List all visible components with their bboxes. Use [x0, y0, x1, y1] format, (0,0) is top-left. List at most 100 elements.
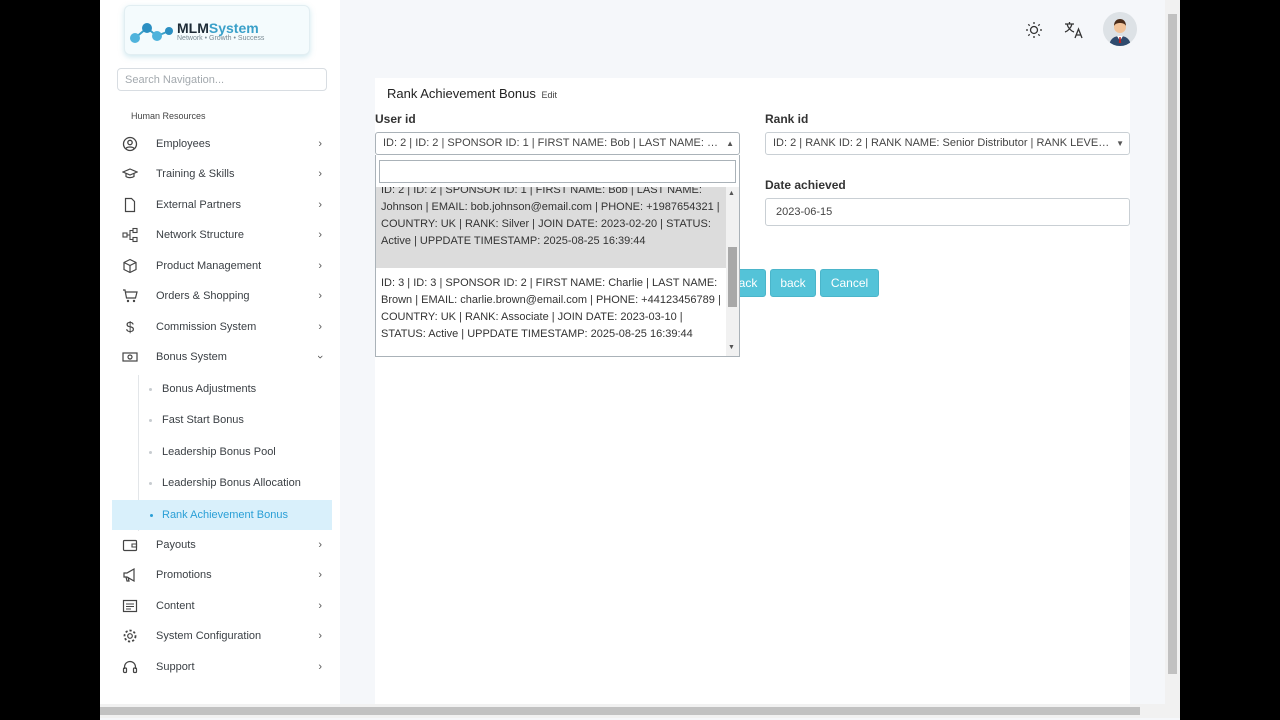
dollar-icon: $ — [125, 318, 135, 336]
sidebar-subitem-rank-achievement-bonus[interactable]: Rank Achievement Bonus — [112, 500, 332, 530]
chevron-right-icon: › — [318, 229, 322, 241]
network-icon — [112, 227, 148, 243]
app-window: MLMSystem Network • Growth • Success Hum… — [100, 0, 1180, 720]
dropdown-search-input[interactable] — [379, 160, 736, 183]
chevron-right-icon: › — [318, 290, 322, 302]
rank-id-label: Rank id — [765, 112, 809, 126]
sidebar-subitem-label: Leadership Bonus Allocation — [162, 477, 301, 489]
chevron-right-icon: › — [318, 168, 322, 180]
sidebar-item-support[interactable]: Support › — [112, 652, 332, 682]
section-title-human-resources: Human Resources — [131, 111, 206, 121]
user-id-select[interactable]: ID: 2 | ID: 2 | SPONSOR ID: 1 | FIRST NA… — [375, 132, 740, 155]
dropdown-scroll-thumb[interactable] — [728, 247, 737, 307]
chevron-down-icon: › — [314, 355, 327, 359]
cart-icon — [112, 288, 148, 304]
chevron-right-icon: › — [318, 321, 322, 333]
sidebar-item-label: Commission System — [156, 321, 257, 333]
cash-icon — [112, 349, 148, 365]
sidebar-item-bonus-system[interactable]: Bonus System › — [112, 342, 332, 372]
rank-id-select[interactable]: ID: 2 | RANK ID: 2 | RANK NAME: Senior D… — [765, 132, 1130, 155]
box-icon — [112, 258, 148, 274]
sidebar-subitem-label: Fast Start Bonus — [162, 414, 244, 426]
sidebar-item-system-configuration[interactable]: System Configuration › — [112, 621, 332, 651]
bullet-icon — [150, 513, 153, 517]
sidebar-item-label: Promotions — [156, 569, 212, 581]
sidebar-item-product-management[interactable]: Product Management › — [112, 251, 332, 281]
brand-name: MLMSystem — [177, 20, 259, 36]
wallet-icon — [112, 537, 148, 553]
rank-id-selected-value: ID: 2 | RANK ID: 2 | RANK NAME: Senior D… — [773, 137, 1117, 149]
cancel-button[interactable]: Cancel — [820, 269, 879, 297]
brand-tagline: Network • Growth • Success — [177, 35, 265, 42]
dropdown-scrollbar[interactable]: ▲ ▼ — [726, 187, 739, 356]
sidebar-item-network-structure[interactable]: Network Structure › — [112, 220, 332, 250]
sidebar: MLMSystem Network • Growth • Success Hum… — [100, 0, 340, 704]
sidebar-item-label: System Configuration — [156, 630, 262, 642]
bullet-icon — [149, 450, 152, 454]
sidebar-item-label: Bonus System — [156, 351, 227, 363]
date-achieved-label: Date achieved — [765, 178, 846, 192]
chevron-right-icon: › — [318, 569, 322, 581]
user-id-selected-value: ID: 2 | ID: 2 | SPONSOR ID: 1 | FIRST NA… — [383, 137, 740, 149]
file-icon — [112, 197, 148, 213]
chevron-right-icon: › — [318, 199, 322, 211]
logo-network-icon — [130, 23, 173, 43]
sidebar-item-label: Orders & Shopping — [156, 290, 250, 302]
page-vertical-scrollbar[interactable] — [1165, 0, 1180, 704]
sidebar-item-training-skills[interactable]: Training & Skills › — [112, 159, 332, 189]
chevron-right-icon: › — [318, 260, 322, 272]
user-id-dropdown: ID: 2 | ID: 2 | SPONSOR ID: 1 | FIRST NA… — [375, 155, 740, 357]
date-achieved-input[interactable]: 2023-06-15 — [765, 198, 1130, 226]
page-horizontal-scrollbar[interactable] — [100, 704, 1180, 718]
search-navigation-input[interactable] — [117, 68, 327, 91]
sidebar-subitem-leadership-bonus-pool[interactable]: Leadership Bonus Pool — [138, 438, 332, 466]
sidebar-item-label: Product Management — [156, 260, 262, 272]
caret-down-icon: ▼ — [1116, 139, 1124, 148]
sidebar-item-promotions[interactable]: Promotions › — [112, 560, 332, 590]
page-title: Rank Achievement Bonus Edit — [387, 86, 558, 101]
sidebar-item-label: Network Structure — [156, 229, 245, 241]
sidebar-subitem-bonus-adjustments[interactable]: Bonus Adjustments — [138, 375, 332, 403]
sidebar-item-content[interactable]: Content › — [112, 591, 332, 621]
sidebar-item-external-partners[interactable]: External Partners › — [112, 190, 332, 220]
sidebar-subitem-leadership-bonus-allocation[interactable]: Leadership Bonus Allocation — [138, 469, 332, 497]
user-avatar[interactable] — [1103, 12, 1137, 46]
user-circle-icon — [112, 136, 148, 152]
sidebar-item-label: Content — [156, 600, 195, 612]
caret-up-icon: ▲ — [726, 139, 734, 148]
sidebar-subitem-fast-start-bonus[interactable]: Fast Start Bonus — [138, 406, 332, 434]
chevron-right-icon: › — [318, 661, 322, 673]
megaphone-icon — [112, 567, 148, 583]
chevron-right-icon: › — [318, 539, 322, 551]
avatar-person-icon — [1103, 12, 1137, 46]
page-title-mode: Edit — [541, 90, 558, 100]
sidebar-subitem-label: Bonus Adjustments — [162, 383, 257, 395]
sidebar-item-commission-system[interactable]: $ Commission System › — [112, 312, 332, 342]
logo[interactable]: MLMSystem Network • Growth • Success — [124, 5, 310, 55]
bullet-icon — [149, 481, 152, 485]
bullet-icon — [149, 387, 152, 391]
sidebar-subitem-label: Leadership Bonus Pool — [162, 446, 276, 458]
sidebar-item-label: Payouts — [156, 539, 196, 551]
sidebar-item-employees[interactable]: Employees › — [112, 129, 332, 159]
scroll-down-icon[interactable]: ▼ — [728, 344, 735, 351]
sidebar-item-label: External Partners — [156, 199, 241, 211]
sidebar-item-label: Employees — [156, 138, 211, 150]
sidebar-item-orders-shopping[interactable]: Orders & Shopping › — [112, 281, 332, 311]
translate-icon[interactable] — [1063, 19, 1085, 41]
page-horizontal-scroll-thumb[interactable] — [100, 707, 1140, 715]
back-button[interactable]: back — [770, 269, 816, 297]
sidebar-subitem-label: Rank Achievement Bonus — [162, 509, 288, 521]
dropdown-option[interactable]: ID: 2 | ID: 2 | SPONSOR ID: 1 | FIRST NA… — [376, 187, 727, 268]
chevron-right-icon: › — [318, 630, 322, 642]
bullet-icon — [149, 418, 152, 422]
scroll-up-icon[interactable]: ▲ — [728, 190, 735, 197]
chevron-right-icon: › — [318, 138, 322, 150]
gear-icon — [112, 628, 148, 644]
sidebar-item-label: Training & Skills — [156, 168, 235, 180]
page-vertical-scroll-thumb[interactable] — [1168, 14, 1177, 674]
headset-icon — [112, 659, 148, 675]
dropdown-option[interactable]: ID: 3 | ID: 3 | SPONSOR ID: 2 | FIRST NA… — [376, 275, 727, 343]
theme-toggle-sun-icon[interactable] — [1023, 19, 1045, 41]
sidebar-item-payouts[interactable]: Payouts › — [112, 530, 332, 560]
